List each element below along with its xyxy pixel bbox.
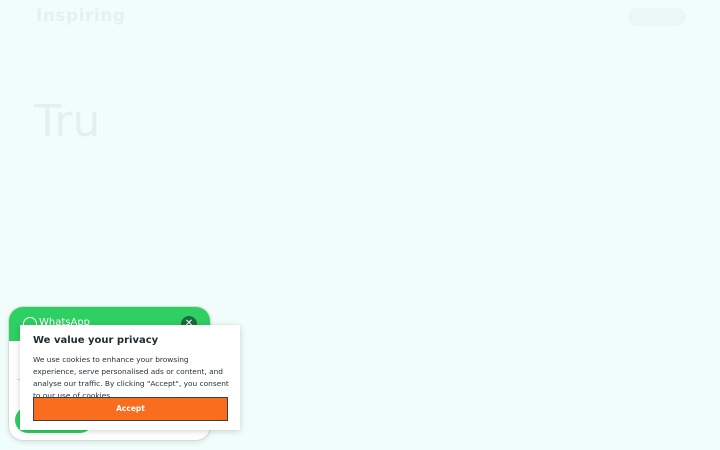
cookie-description: We use cookies to enhance your browsing … bbox=[33, 355, 229, 400]
cookie-consent-banner: We value your privacy We use cookies to … bbox=[20, 325, 240, 430]
header-cta-button[interactable] bbox=[628, 8, 686, 26]
site-header: Inspiring bbox=[0, 0, 720, 36]
cookie-title: We value your privacy bbox=[33, 335, 159, 346]
accept-button[interactable]: Accept bbox=[33, 397, 228, 421]
hero-title: Tru bbox=[34, 96, 101, 147]
site-logo[interactable]: Inspiring bbox=[36, 6, 126, 26]
